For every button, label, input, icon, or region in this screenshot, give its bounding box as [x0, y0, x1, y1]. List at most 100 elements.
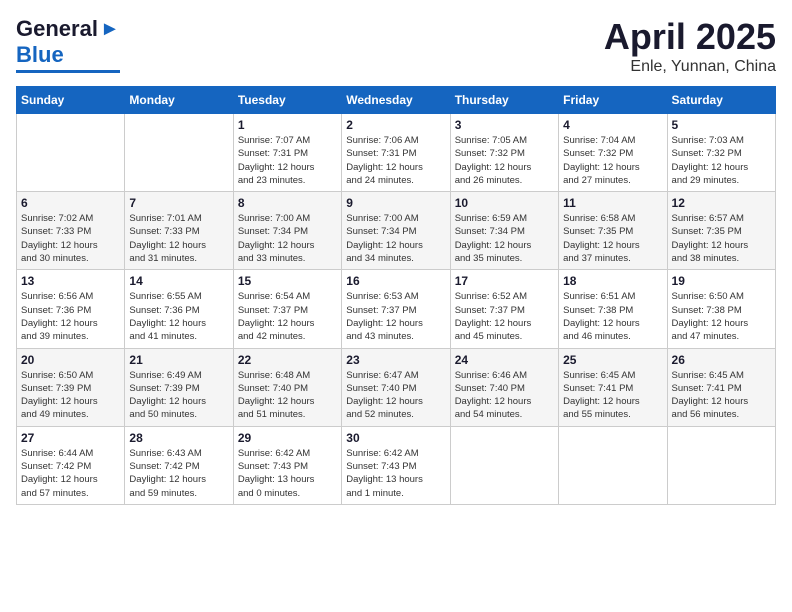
day-info: Sunrise: 7:00 AMSunset: 7:34 PMDaylight:… [346, 212, 445, 265]
calendar-cell [125, 114, 233, 192]
day-info: Sunrise: 6:42 AMSunset: 7:43 PMDaylight:… [238, 447, 337, 500]
calendar-cell: 30Sunrise: 6:42 AMSunset: 7:43 PMDayligh… [342, 426, 450, 504]
calendar-cell: 19 Sunrise: 6:50 AMSunset: 7:38 PMDayligh… [667, 270, 775, 348]
day-number: 25 [563, 353, 662, 367]
logo-underline [16, 70, 120, 73]
weekday-header: Wednesday [342, 87, 450, 114]
day-info: Sunrise: 7:00 AMSunset: 7:34 PMDaylight:… [238, 212, 337, 265]
calendar-cell: 3Sunrise: 7:05 AMSunset: 7:32 PMDaylight… [450, 114, 558, 192]
day-number: 27 [21, 431, 120, 445]
day-number: 29 [238, 431, 337, 445]
day-info: Sunrise: 7:07 AMSunset: 7:31 PMDaylight:… [238, 134, 337, 187]
day-number: 3 [455, 118, 554, 132]
day-number: 18 [563, 274, 662, 288]
day-info: Sunrise: 6:59 AMSunset: 7:34 PMDaylight:… [455, 212, 554, 265]
calendar-cell: 20 Sunrise: 6:50 AMSunset: 7:39 PMDayligh… [17, 348, 125, 426]
calendar-cell: 1 Sunrise: 7:07 AMSunset: 7:31 PMDaylight… [233, 114, 341, 192]
weekday-header: Tuesday [233, 87, 341, 114]
weekday-header: Thursday [450, 87, 558, 114]
day-number: 14 [129, 274, 228, 288]
day-number: 6 [21, 196, 120, 210]
day-info: Sunrise: 7:01 AMSunset: 7:33 PMDaylight:… [129, 212, 228, 265]
day-info: Sunrise: 6:45 AMSunset: 7:41 PMDaylight:… [563, 369, 662, 422]
day-number: 5 [672, 118, 771, 132]
day-info: Sunrise: 7:02 AMSunset: 7:33 PMDaylight:… [21, 212, 120, 265]
calendar-row: 6 Sunrise: 7:02 AMSunset: 7:33 PMDaylight… [17, 192, 776, 270]
calendar-cell: 4 Sunrise: 7:04 AMSunset: 7:32 PMDaylight… [559, 114, 667, 192]
calendar-cell: 11Sunrise: 6:58 AMSunset: 7:35 PMDayligh… [559, 192, 667, 270]
day-number: 9 [346, 196, 445, 210]
calendar-cell: 14 Sunrise: 6:55 AMSunset: 7:36 PMDayligh… [125, 270, 233, 348]
logo-general-text: General [16, 16, 98, 42]
day-info: Sunrise: 6:45 AMSunset: 7:41 PMDaylight:… [672, 369, 771, 422]
day-info: Sunrise: 7:06 AMSunset: 7:31 PMDaylight:… [346, 134, 445, 187]
day-number: 1 [238, 118, 337, 132]
day-info: Sunrise: 6:48 AMSunset: 7:40 PMDaylight:… [238, 369, 337, 422]
day-info: Sunrise: 6:50 AMSunset: 7:39 PMDaylight:… [21, 369, 120, 422]
day-number: 4 [563, 118, 662, 132]
calendar-cell [17, 114, 125, 192]
weekday-header: Monday [125, 87, 233, 114]
day-info: Sunrise: 6:56 AMSunset: 7:36 PMDaylight:… [21, 290, 120, 343]
day-info: Sunrise: 6:55 AMSunset: 7:36 PMDaylight:… [129, 290, 228, 343]
day-number: 19 [672, 274, 771, 288]
calendar-cell: 2 Sunrise: 7:06 AMSunset: 7:31 PMDaylight… [342, 114, 450, 192]
day-number: 22 [238, 353, 337, 367]
calendar-cell: 13 Sunrise: 6:56 AMSunset: 7:36 PMDayligh… [17, 270, 125, 348]
day-number: 20 [21, 353, 120, 367]
calendar-cell: 24Sunrise: 6:46 AMSunset: 7:40 PMDayligh… [450, 348, 558, 426]
day-info: Sunrise: 6:51 AMSunset: 7:38 PMDaylight:… [563, 290, 662, 343]
day-number: 23 [346, 353, 445, 367]
month-title: April 2025 [604, 16, 776, 58]
calendar-row: 1 Sunrise: 7:07 AMSunset: 7:31 PMDaylight… [17, 114, 776, 192]
calendar-row: 13 Sunrise: 6:56 AMSunset: 7:36 PMDayligh… [17, 270, 776, 348]
day-number: 2 [346, 118, 445, 132]
day-number: 30 [346, 431, 445, 445]
day-number: 8 [238, 196, 337, 210]
calendar-table: SundayMondayTuesdayWednesdayThursdayFrid… [16, 86, 776, 505]
day-number: 16 [346, 274, 445, 288]
calendar-cell: 15 Sunrise: 6:54 AMSunset: 7:37 PMDayligh… [233, 270, 341, 348]
day-info: Sunrise: 6:49 AMSunset: 7:39 PMDaylight:… [129, 369, 228, 422]
calendar-header-row: SundayMondayTuesdayWednesdayThursdayFrid… [17, 87, 776, 114]
calendar-row: 27Sunrise: 6:44 AMSunset: 7:42 PMDayligh… [17, 426, 776, 504]
calendar-cell: 18 Sunrise: 6:51 AMSunset: 7:38 PMDayligh… [559, 270, 667, 348]
title-block: April 2025 Enle, Yunnan, China [604, 16, 776, 76]
calendar-cell: 23Sunrise: 6:47 AMSunset: 7:40 PMDayligh… [342, 348, 450, 426]
calendar-cell: 25 Sunrise: 6:45 AMSunset: 7:41 PMDayligh… [559, 348, 667, 426]
day-info: Sunrise: 6:57 AMSunset: 7:35 PMDaylight:… [672, 212, 771, 265]
calendar-cell: 26Sunrise: 6:45 AMSunset: 7:41 PMDayligh… [667, 348, 775, 426]
day-info: Sunrise: 6:54 AMSunset: 7:37 PMDaylight:… [238, 290, 337, 343]
day-info: Sunrise: 6:53 AMSunset: 7:37 PMDaylight:… [346, 290, 445, 343]
day-number: 24 [455, 353, 554, 367]
day-number: 13 [21, 274, 120, 288]
location-subtitle: Enle, Yunnan, China [604, 58, 776, 76]
day-number: 17 [455, 274, 554, 288]
day-info: Sunrise: 6:50 AMSunset: 7:38 PMDaylight:… [672, 290, 771, 343]
logo-blue-text: Blue [16, 42, 64, 68]
calendar-cell: 22 Sunrise: 6:48 AMSunset: 7:40 PMDayligh… [233, 348, 341, 426]
weekday-header: Friday [559, 87, 667, 114]
calendar-cell [450, 426, 558, 504]
calendar-cell [559, 426, 667, 504]
calendar-cell: 6 Sunrise: 7:02 AMSunset: 7:33 PMDaylight… [17, 192, 125, 270]
day-info: Sunrise: 6:43 AMSunset: 7:42 PMDaylight:… [129, 447, 228, 500]
day-number: 12 [672, 196, 771, 210]
day-info: Sunrise: 7:04 AMSunset: 7:32 PMDaylight:… [563, 134, 662, 187]
day-number: 28 [129, 431, 228, 445]
calendar-cell: 7 Sunrise: 7:01 AMSunset: 7:33 PMDaylight… [125, 192, 233, 270]
day-info: Sunrise: 6:52 AMSunset: 7:37 PMDaylight:… [455, 290, 554, 343]
calendar-cell: 29 Sunrise: 6:42 AMSunset: 7:43 PMDayligh… [233, 426, 341, 504]
calendar-cell: 27Sunrise: 6:44 AMSunset: 7:42 PMDayligh… [17, 426, 125, 504]
day-info: Sunrise: 6:58 AMSunset: 7:35 PMDaylight:… [563, 212, 662, 265]
day-number: 15 [238, 274, 337, 288]
weekday-header: Saturday [667, 87, 775, 114]
day-number: 10 [455, 196, 554, 210]
calendar-cell: 21Sunrise: 6:49 AMSunset: 7:39 PMDayligh… [125, 348, 233, 426]
day-info: Sunrise: 7:03 AMSunset: 7:32 PMDaylight:… [672, 134, 771, 187]
calendar-cell: 9 Sunrise: 7:00 AMSunset: 7:34 PMDaylight… [342, 192, 450, 270]
calendar-row: 20 Sunrise: 6:50 AMSunset: 7:39 PMDayligh… [17, 348, 776, 426]
day-number: 7 [129, 196, 228, 210]
calendar-cell: 16 Sunrise: 6:53 AMSunset: 7:37 PMDayligh… [342, 270, 450, 348]
calendar-cell [667, 426, 775, 504]
